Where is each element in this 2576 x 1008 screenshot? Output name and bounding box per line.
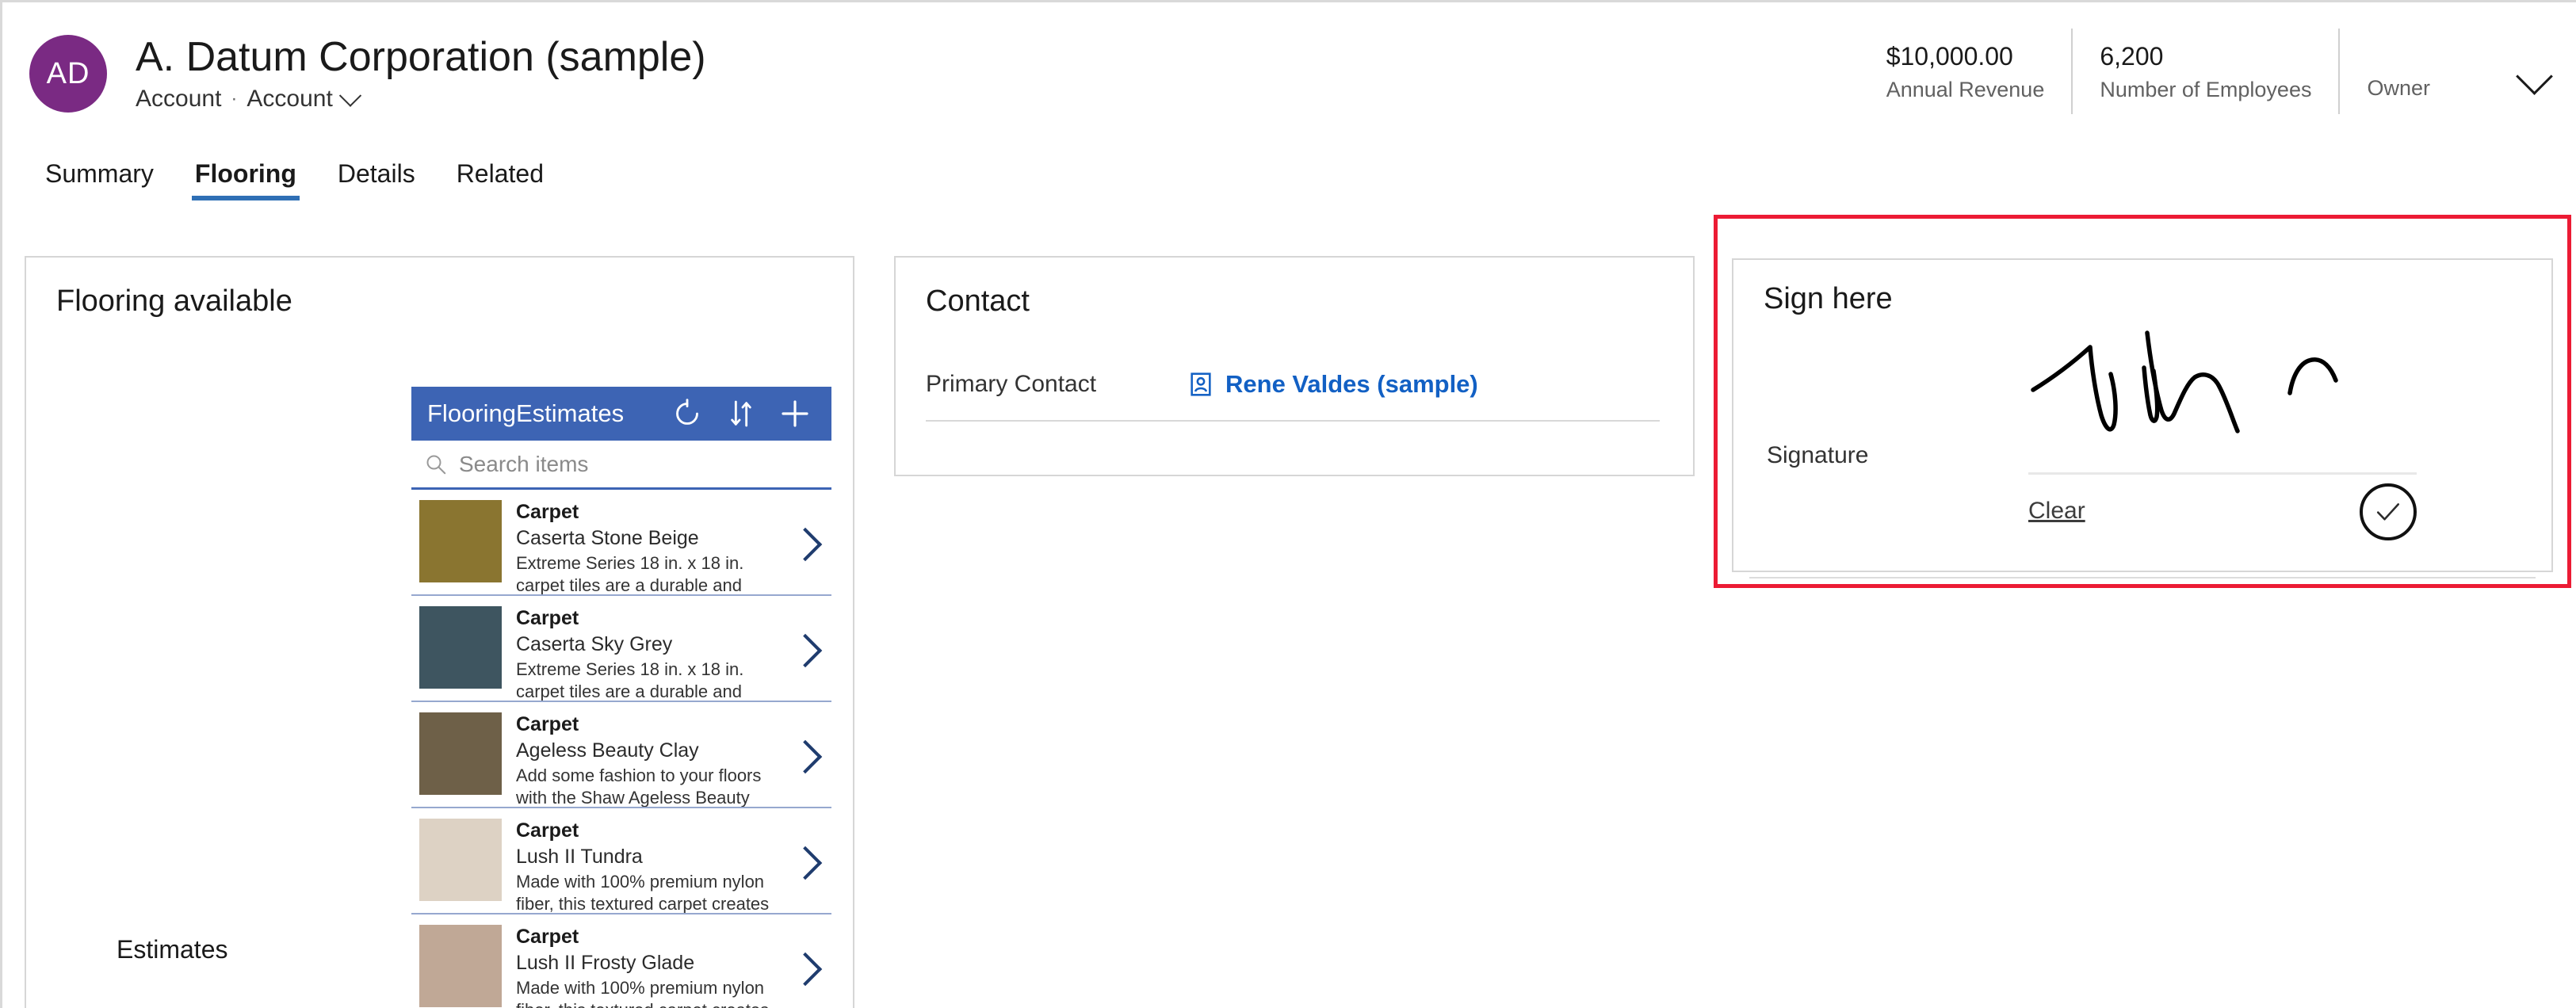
avatar: AD — [29, 35, 107, 113]
avatar-initials: AD — [46, 56, 90, 90]
chevron-right-icon[interactable] — [789, 526, 824, 561]
metric-label: Annual Revenue — [1886, 78, 2045, 101]
metric-value-redacted — [2367, 42, 2430, 71]
tab-related[interactable]: Related — [436, 151, 564, 208]
chevron-right-icon[interactable] — [789, 739, 824, 773]
metric-number-of-employees: 6,200 Number of Employees — [2071, 29, 2338, 114]
list-item-category: Carpet — [516, 501, 579, 523]
estimates-field-label: Estimates — [117, 935, 228, 964]
contact-card-icon — [1191, 372, 1211, 396]
list-item-category: Carpet — [516, 819, 579, 842]
tab-bar: Summary Flooring Details Related — [2, 151, 2576, 215]
chevron-right-icon[interactable] — [789, 632, 824, 667]
page-title: A. Datum Corporation (sample) — [136, 34, 706, 80]
record-header: AD A. Datum Corporation (sample) Account… — [2, 5, 2576, 151]
add-icon[interactable] — [779, 398, 811, 430]
signature-label: Signature — [1767, 442, 1869, 468]
flooring-swatch — [419, 819, 502, 901]
list-item[interactable]: Carpet Ageless Beauty Clay Add some fash… — [411, 702, 831, 808]
list-item-category: Carpet — [516, 713, 579, 735]
flooring-estimates-list: Carpet Caserta Stone Beige Extreme Serie… — [411, 490, 831, 1008]
primary-contact-label: Primary Contact — [926, 371, 1097, 397]
header-metrics: $10,000.00 Annual Revenue 6,200 Number o… — [1859, 29, 2457, 114]
widget-title: FlooringEstimates — [427, 399, 625, 427]
list-item-name: Caserta Stone Beige — [516, 526, 699, 549]
metric-owner: Owner — [2338, 29, 2457, 114]
list-item[interactable]: Carpet Lush II Frosty Glade Made with 10… — [411, 914, 831, 1008]
widget-header: FlooringEstimates — [411, 387, 831, 441]
primary-contact-link[interactable]: Rene Valdes (sample) — [1187, 370, 1478, 399]
metric-value: 6,200 — [2100, 42, 2164, 71]
contact-card: Contact Primary Contact Rene Valdes (sam… — [894, 256, 1695, 476]
list-item-description: Extreme Series 18 in. x 18 in. carpet ti… — [516, 659, 744, 702]
confirm-signature-button[interactable] — [2360, 483, 2417, 540]
metric-label: Number of Employees — [2100, 78, 2312, 101]
list-item-description: Made with 100% premium nylon fiber, this… — [516, 871, 770, 914]
list-item[interactable]: Carpet Caserta Sky Grey Extreme Series 1… — [411, 596, 831, 702]
list-item-description: Extreme Series 18 in. x 18 in. carpet ti… — [516, 552, 744, 596]
clear-signature-link[interactable]: Clear — [2028, 498, 2085, 525]
list-item-description: Add some fashion to your floors with the… — [516, 765, 762, 808]
contact-card-title: Contact — [926, 284, 1030, 318]
breadcrumb-separator: · — [231, 88, 238, 110]
list-item-body: Carpet Lush II Frosty Glade Made with 10… — [516, 925, 774, 1008]
sort-icon[interactable] — [725, 398, 757, 430]
breadcrumb-form[interactable]: Account — [247, 86, 332, 113]
chevron-right-icon[interactable] — [789, 951, 824, 986]
flooring-swatch — [419, 606, 502, 689]
metric-annual-revenue: $10,000.00 Annual Revenue — [1859, 29, 2072, 114]
flooring-swatch — [419, 712, 502, 795]
chevron-down-icon[interactable] — [338, 84, 361, 108]
search-input-placeholder[interactable]: Search items — [459, 452, 588, 477]
flooring-estimates-widget: FlooringEstimates Search items Carpet Ca… — [411, 387, 831, 1008]
tab-summary[interactable]: Summary — [25, 151, 174, 208]
breadcrumb-entity: Account — [136, 86, 222, 113]
breadcrumb: Account · Account — [136, 84, 706, 113]
list-item[interactable]: Carpet Lush II Tundra Made with 100% pre… — [411, 808, 831, 914]
list-item-category: Carpet — [516, 607, 579, 629]
tab-flooring[interactable]: Flooring — [174, 151, 317, 208]
chevron-right-icon[interactable] — [789, 845, 824, 880]
metric-label: Owner — [2367, 76, 2430, 100]
list-item-body: Carpet Ageless Beauty Clay Add some fash… — [516, 712, 774, 808]
widget-search-row[interactable]: Search items — [411, 441, 831, 490]
expand-header-chevron-icon[interactable] — [2517, 60, 2554, 97]
primary-contact-value[interactable]: Rene Valdes (sample) — [1225, 370, 1478, 399]
title-block: A. Datum Corporation (sample) Account · … — [136, 35, 706, 113]
signature-underline — [2028, 472, 2417, 475]
search-icon — [426, 454, 446, 474]
primary-contact-row: Primary Contact Rene Valdes (sample) — [926, 370, 1660, 399]
list-item-body: Carpet Caserta Stone Beige Extreme Serie… — [516, 500, 774, 596]
metric-value: $10,000.00 — [1886, 42, 2013, 71]
list-item[interactable]: Carpet Caserta Stone Beige Extreme Serie… — [411, 490, 831, 596]
app-root: AD A. Datum Corporation (sample) Account… — [0, 0, 2576, 1008]
flooring-swatch — [419, 925, 502, 1007]
list-item-body: Carpet Caserta Sky Grey Extreme Series 1… — [516, 606, 774, 702]
list-item-name: Ageless Beauty Clay — [516, 739, 699, 762]
signature-canvas[interactable] — [2028, 292, 2417, 472]
list-item-name: Lush II Frosty Glade — [516, 951, 695, 974]
refresh-icon[interactable] — [671, 398, 703, 430]
sign-card-title: Sign here — [1764, 282, 1893, 315]
panels-row: Flooring available Estimates FlooringEst… — [2, 215, 2576, 1008]
flooring-available-card: Flooring available Estimates FlooringEst… — [25, 256, 854, 1008]
check-icon — [2376, 503, 2400, 521]
list-item-body: Carpet Lush II Tundra Made with 100% pre… — [516, 819, 774, 914]
flooring-swatch — [419, 500, 502, 582]
flooring-card-title: Flooring available — [56, 284, 292, 318]
sign-here-inner: Sign here Signature Clear — [1732, 258, 2553, 578]
widget-actions — [671, 398, 819, 430]
sign-card-divider — [1749, 577, 2536, 578]
list-item-name: Lush II Tundra — [516, 845, 643, 868]
tab-details[interactable]: Details — [317, 151, 436, 208]
list-item-category: Carpet — [516, 926, 579, 948]
field-divider — [926, 420, 1660, 422]
sign-here-card: Sign here Signature Clear — [1714, 215, 2571, 588]
list-item-description: Made with 100% premium nylon fiber, this… — [516, 977, 769, 1008]
list-item-name: Caserta Sky Grey — [516, 632, 673, 655]
